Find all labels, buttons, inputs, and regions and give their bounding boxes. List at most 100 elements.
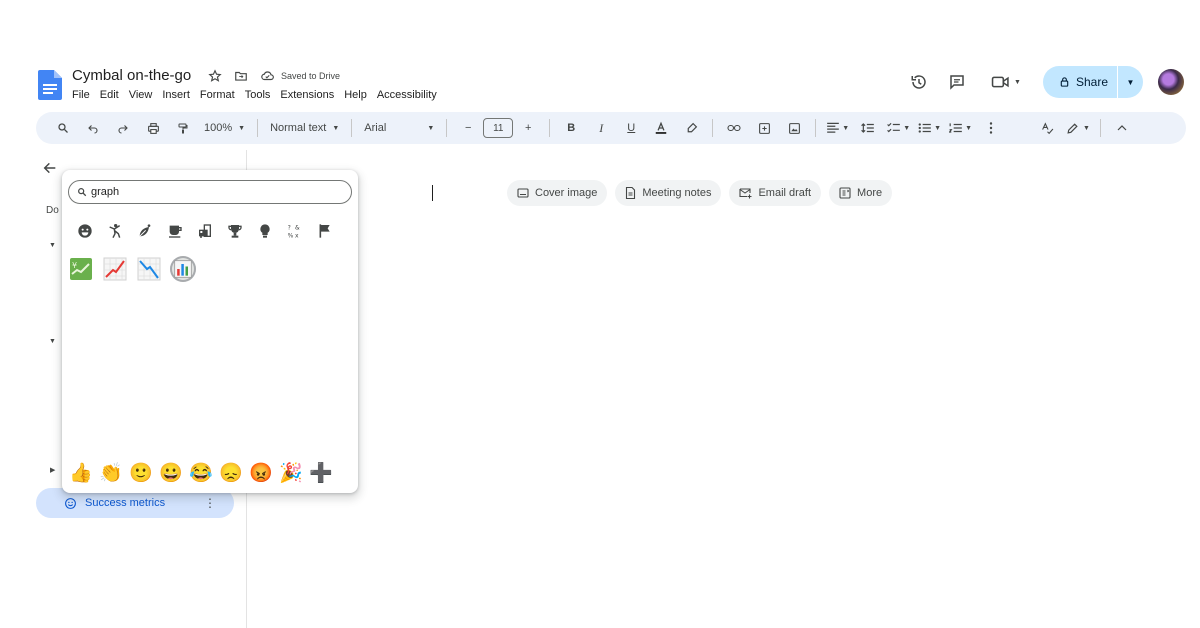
- chart-increasing-with-yen-emoji[interactable]: ¥: [68, 256, 94, 282]
- tears-of-joy-emoji[interactable]: 😂: [188, 460, 214, 486]
- menu-edit[interactable]: Edit: [100, 89, 119, 101]
- cloud-saved-icon[interactable]: [259, 68, 275, 84]
- chart-decreasing-emoji[interactable]: [136, 256, 162, 282]
- menu-extensions[interactable]: Extensions: [280, 89, 334, 101]
- back-arrow-icon[interactable]: [42, 160, 60, 178]
- people-category-icon[interactable]: [106, 222, 124, 240]
- menu-view[interactable]: View: [129, 89, 153, 101]
- image-icon: [517, 188, 529, 198]
- nature-category-icon[interactable]: [136, 222, 154, 240]
- divider: [446, 119, 448, 137]
- menu-tools[interactable]: Tools: [245, 89, 271, 101]
- spelling-icon[interactable]: [1036, 117, 1058, 139]
- meet-icon[interactable]: ▼: [988, 71, 1024, 93]
- smart-chips-row: Cover image Meeting notes Email draft Mo…: [507, 180, 893, 206]
- text-cursor: [432, 185, 433, 201]
- thumbs-up-emoji[interactable]: 👍: [68, 460, 94, 486]
- style-value: Normal text: [270, 122, 327, 134]
- share-main[interactable]: Share: [1043, 66, 1117, 98]
- version-history-icon[interactable]: [908, 71, 930, 93]
- emoji-smile-icon: [65, 497, 76, 509]
- paint-format-icon[interactable]: [172, 117, 194, 139]
- expand-arrow-icon[interactable]: ▼: [49, 338, 57, 346]
- font-value: Arial: [364, 122, 387, 134]
- font-size-input[interactable]: 11: [483, 118, 514, 138]
- save-status: Saved to Drive: [281, 71, 341, 81]
- add-comment-icon[interactable]: [753, 117, 775, 139]
- building-blocks-icon: [839, 187, 851, 199]
- numbered-list-icon[interactable]: ▼: [949, 117, 972, 139]
- align-icon[interactable]: ▼: [826, 117, 849, 139]
- food-category-icon[interactable]: [166, 222, 184, 240]
- bold-icon[interactable]: B: [560, 117, 582, 139]
- insert-link-icon[interactable]: [723, 117, 745, 139]
- more-options-icon[interactable]: [980, 117, 1002, 139]
- highlight-color-icon[interactable]: [680, 117, 702, 139]
- menu-help[interactable]: Help: [344, 89, 367, 101]
- insert-image-icon[interactable]: [783, 117, 805, 139]
- font-select[interactable]: Arial ▼: [364, 122, 434, 134]
- undo-icon[interactable]: [82, 117, 104, 139]
- menu-accessibility[interactable]: Accessibility: [377, 89, 437, 101]
- checklist-icon[interactable]: ▼: [887, 117, 910, 139]
- svg-text:x: x: [295, 233, 299, 239]
- cover-image-chip[interactable]: Cover image: [507, 180, 608, 206]
- email-draft-chip[interactable]: Email draft: [729, 180, 822, 206]
- expand-arrow-icon[interactable]: ▼: [49, 242, 57, 250]
- meeting-notes-chip[interactable]: Meeting notes: [615, 180, 722, 206]
- redo-icon[interactable]: [112, 117, 134, 139]
- increase-font-size-button[interactable]: +: [517, 117, 539, 139]
- share-dropdown-icon[interactable]: ▼: [1118, 78, 1143, 87]
- decrease-font-size-button[interactable]: −: [457, 117, 479, 139]
- angry-face-emoji[interactable]: 😡: [248, 460, 274, 486]
- smileys-category-icon[interactable]: [76, 222, 94, 240]
- activities-category-icon[interactable]: [226, 222, 244, 240]
- more-vert-icon[interactable]: ⋮: [204, 496, 216, 510]
- menu-bar: File Edit View Insert Format Tools Exten…: [72, 89, 437, 101]
- text-color-icon[interactable]: [650, 117, 672, 139]
- menu-file[interactable]: File: [72, 89, 90, 101]
- slightly-smiling-face-emoji[interactable]: 🙂: [128, 460, 154, 486]
- search-menus-icon[interactable]: [52, 117, 74, 139]
- chart-increasing-emoji[interactable]: [102, 256, 128, 282]
- line-spacing-icon[interactable]: [857, 117, 879, 139]
- divider: [1099, 119, 1101, 137]
- symbols-category-icon[interactable]: ? &% x: [286, 222, 304, 240]
- menu-insert[interactable]: Insert: [162, 89, 190, 101]
- document-title[interactable]: Cymbal on-the-go: [72, 67, 191, 84]
- comments-icon[interactable]: [946, 71, 968, 93]
- print-icon[interactable]: [142, 117, 164, 139]
- bar-chart-emoji[interactable]: [170, 256, 196, 282]
- chip-label: Meeting notes: [642, 187, 712, 199]
- underline-icon[interactable]: U: [620, 117, 642, 139]
- sidebar-item-label: Success metrics: [85, 497, 166, 509]
- chevron-down-icon: ▼: [427, 124, 435, 132]
- bulleted-list-icon[interactable]: ▼: [918, 117, 941, 139]
- italic-icon[interactable]: I: [590, 117, 612, 139]
- add-reaction-icon[interactable]: ➕: [308, 460, 334, 486]
- star-icon[interactable]: [207, 68, 223, 84]
- email-icon: [739, 188, 752, 199]
- clapping-hands-emoji[interactable]: 👏: [98, 460, 124, 486]
- style-select[interactable]: Normal text ▼: [270, 122, 339, 134]
- more-chip[interactable]: More: [829, 180, 893, 206]
- emoji-search-box[interactable]: [68, 180, 352, 204]
- party-popper-emoji[interactable]: 🎉: [278, 460, 304, 486]
- menu-format[interactable]: Format: [200, 89, 235, 101]
- docs-logo-icon[interactable]: [38, 70, 62, 100]
- document-icon: [626, 187, 636, 199]
- disappointed-face-emoji[interactable]: 😞: [218, 460, 244, 486]
- avatar[interactable]: [1158, 69, 1184, 95]
- emoji-search-input[interactable]: [91, 186, 331, 198]
- collapsed-arrow-icon[interactable]: ▶: [50, 466, 58, 474]
- travel-category-icon[interactable]: [196, 222, 214, 240]
- zoom-select[interactable]: 100% ▼: [204, 122, 245, 134]
- share-button[interactable]: Share ▼: [1043, 66, 1143, 98]
- flags-category-icon[interactable]: [316, 222, 334, 240]
- svg-text:¥: ¥: [72, 261, 77, 270]
- move-folder-icon[interactable]: [233, 68, 249, 84]
- hide-menus-icon[interactable]: [1111, 117, 1133, 139]
- editing-mode-icon[interactable]: ▼: [1066, 117, 1090, 139]
- grinning-face-emoji[interactable]: 😀: [158, 460, 184, 486]
- objects-category-icon[interactable]: [256, 222, 274, 240]
